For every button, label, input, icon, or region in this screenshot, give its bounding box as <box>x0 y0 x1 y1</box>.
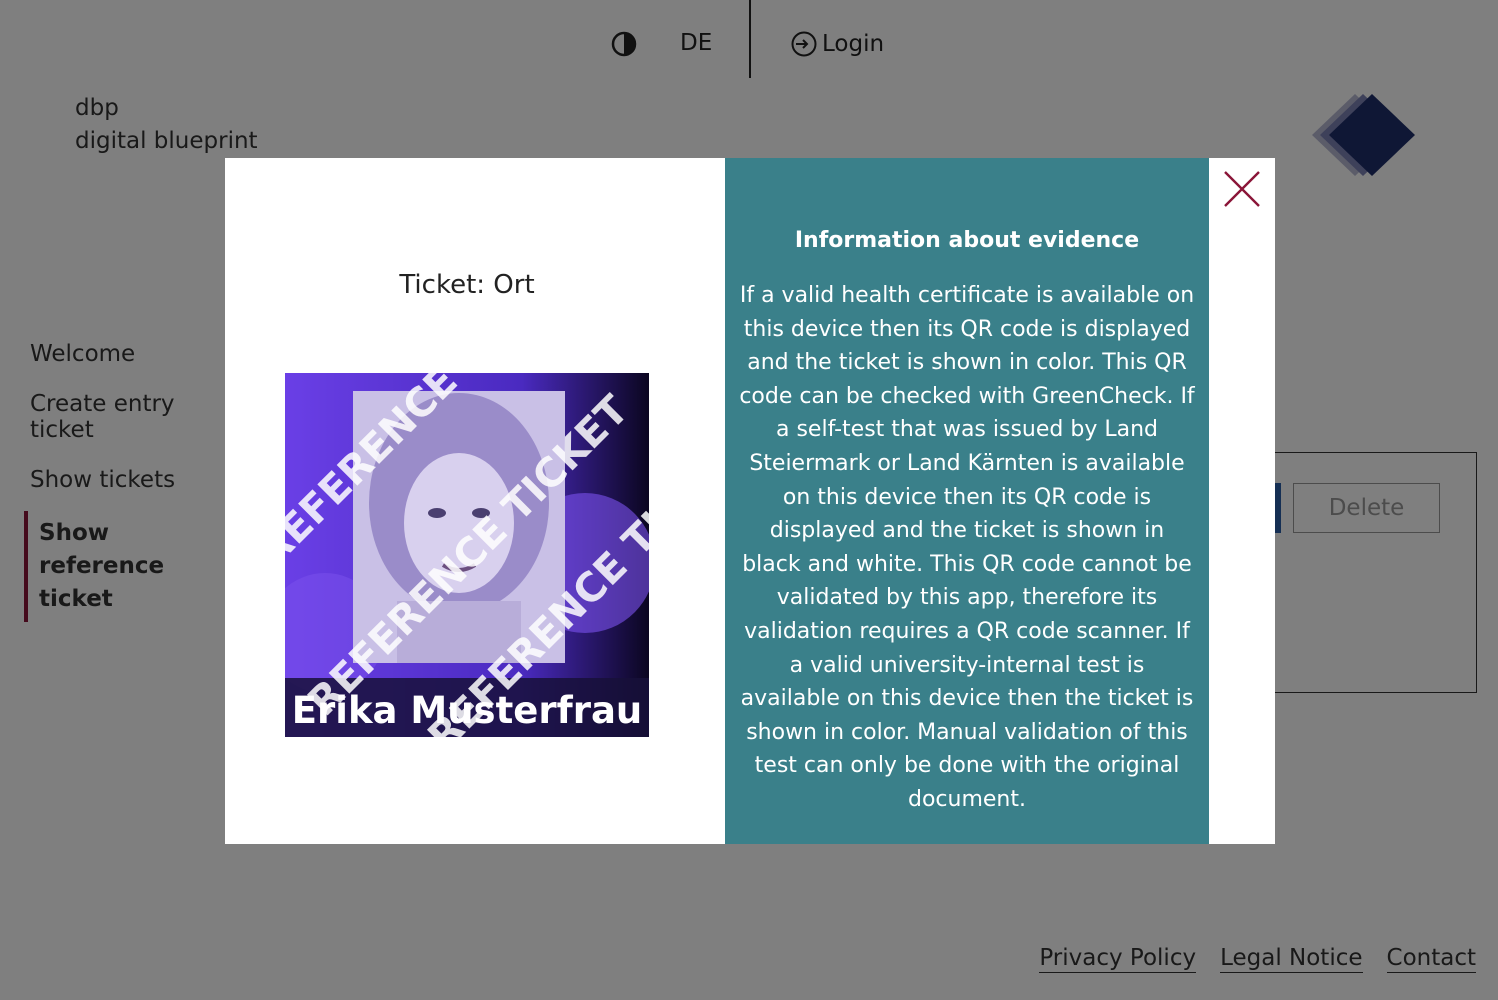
info-text: If a valid health certificate is availab… <box>739 283 1195 812</box>
close-button[interactable] <box>1223 170 1261 208</box>
ticket-image-graphic: REFERENCE TICKET REFERENCE TICKET REFERE… <box>285 373 649 737</box>
ticket-modal: Ticket: Ort REFERENCE REFERENCE TICKET R… <box>225 158 1275 844</box>
ticket-holder-name: Erika Musterfrau <box>292 689 643 732</box>
ticket-title: Ticket: Ort <box>399 270 535 300</box>
close-icon <box>1224 171 1260 207</box>
page: DE Login dbp digital blueprint Welcome C… <box>0 0 1498 1000</box>
ticket-panel: Ticket: Ort REFERENCE REFERENCE TICKET R… <box>225 158 725 844</box>
evidence-info-panel: Information about evidence If a valid he… <box>725 158 1209 844</box>
reference-ticket-image: REFERENCE TICKET REFERENCE TICKET REFERE… <box>285 373 649 737</box>
info-heading: Information about evidence <box>794 228 1140 253</box>
